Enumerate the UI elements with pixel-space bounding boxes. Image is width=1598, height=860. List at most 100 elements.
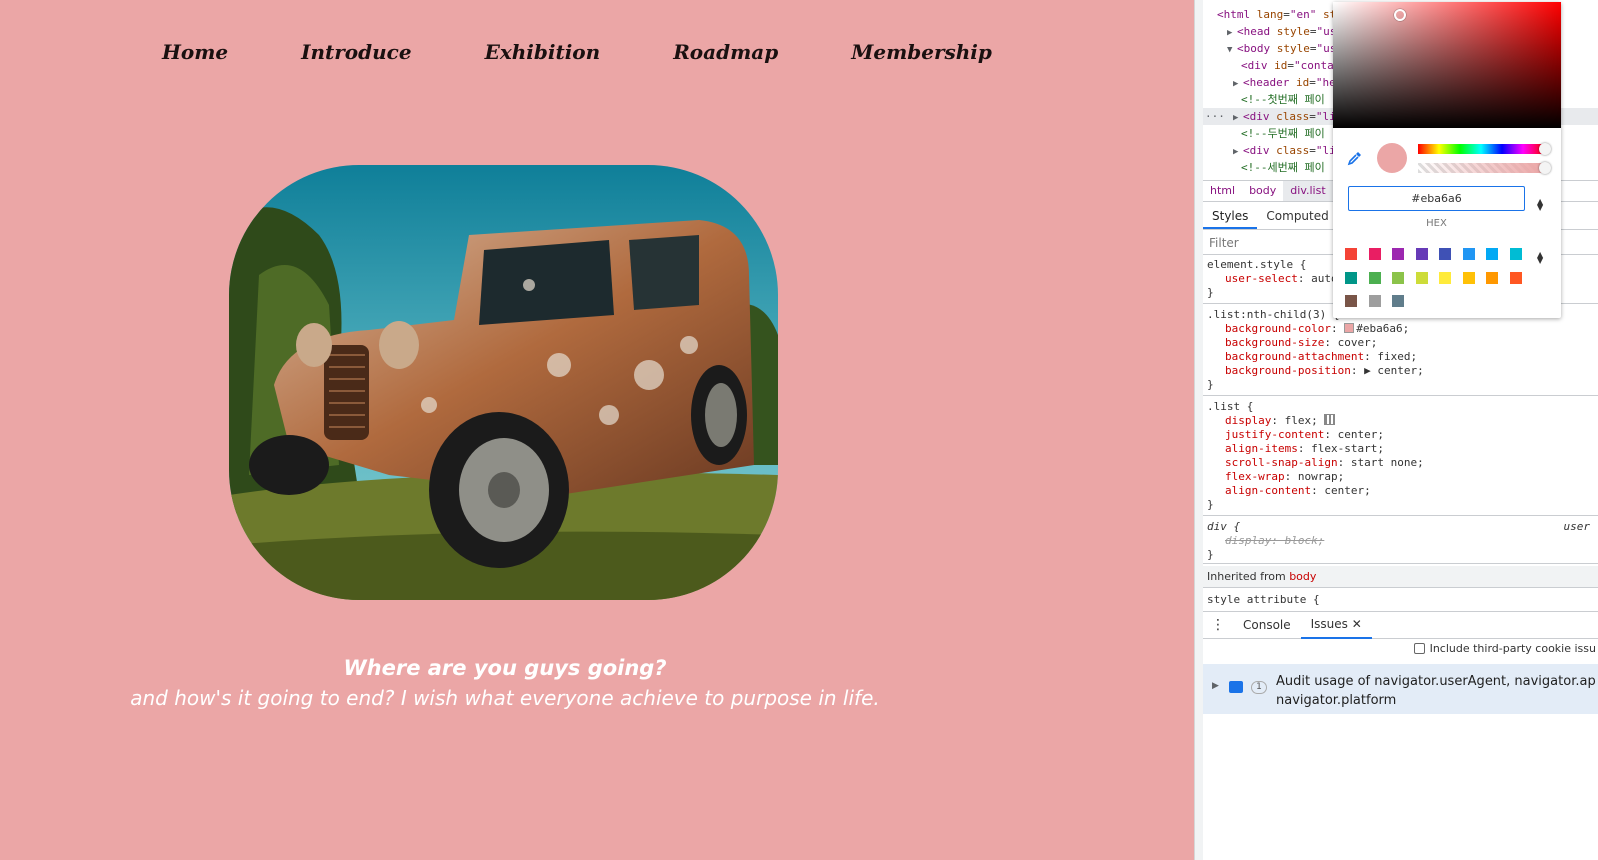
palette-swatch[interactable] [1462,248,1475,260]
property-value[interactable]: center; [1324,484,1370,497]
property-name[interactable]: align-content [1225,484,1311,497]
flexbox-editor-icon[interactable] [1324,414,1336,425]
screen: Home Introduce Exhibition Roadmap Member… [0,0,1598,860]
tab-issues-label: Issues [1310,617,1348,631]
palette-switch-icon[interactable]: ▲ ▼ [1537,251,1543,265]
rule-source: user [1563,520,1591,533]
inherited-header: Inherited from body [1203,566,1598,588]
palette-swatch[interactable] [1392,295,1404,307]
property-value[interactable]: #eba6a6; [1356,322,1409,335]
hero-caption: Where are you guys going? and how's it g… [0,652,1010,712]
issue-row[interactable]: ▶ 1 Audit usage of navigator.userAgent, … [1203,664,1598,714]
property-name[interactable]: background-size [1225,336,1324,349]
caption-subtitle: and how's it going to end? I wish what e… [130,686,880,710]
palette-swatch[interactable] [1486,271,1498,284]
property-value[interactable]: nowrap; [1298,470,1344,483]
devtools-resize-handle[interactable] [1194,0,1203,860]
palette-swatch[interactable] [1345,295,1357,307]
overridden-declaration: display: block; [1225,534,1325,547]
checkbox-label: Include third-party cookie issu [1429,642,1596,655]
property-value[interactable]: fixed; [1377,350,1417,363]
style-attribute-rule: style attribute { [1207,593,1320,606]
tab-styles[interactable]: Styles [1203,203,1258,229]
property-name[interactable]: flex-wrap [1225,470,1285,483]
palette-swatch[interactable] [1415,248,1428,260]
property-name[interactable]: background-color [1225,322,1331,335]
property-value[interactable]: cover; [1338,336,1378,349]
nav-exhibition[interactable]: Exhibition [485,40,601,64]
crumb-div-list[interactable]: div.list [1283,181,1333,201]
issue-title-cont: navigator.platform [1276,693,1397,708]
palette-swatch[interactable] [1345,248,1357,260]
palette-swatch[interactable] [1368,248,1381,260]
palette-swatch[interactable] [1486,248,1498,260]
saturation-value-area[interactable] [1333,2,1561,128]
palette-swatch[interactable] [1368,271,1381,284]
color-picker-popup: ▲▼ HEX ▲▼ [1333,2,1561,318]
tab-console[interactable]: Console [1233,612,1301,638]
tab-issues[interactable]: Issues ✕ [1300,611,1372,639]
nav-home[interactable]: Home [162,40,228,64]
rule-div-user-agent: div { user display: block; } [1203,518,1598,564]
close-icon[interactable]: ✕ [1352,617,1362,631]
palette-swatch[interactable] [1509,271,1522,284]
drawer-tabbar: ⋮ Console Issues ✕ [1203,611,1598,639]
rule-list: .list { display: flex; justify-content: … [1203,398,1598,516]
palette-swatch[interactable] [1345,271,1357,284]
hero-image-rusty-truck [229,165,778,600]
property-value[interactable]: flex-start; [1311,442,1384,455]
main-nav: Home Introduce Exhibition Roadmap Member… [162,40,992,64]
property-name[interactable]: justify-content [1225,428,1324,441]
palette-swatch[interactable] [1462,271,1475,284]
property-name[interactable]: display [1225,414,1271,427]
rule-selector: div { [1207,520,1241,533]
palette-swatch[interactable] [1392,271,1404,284]
color-swatch[interactable] [1344,323,1355,333]
checkbox[interactable] [1413,643,1425,654]
format-toggle-icon[interactable]: ▲ ▼ [1537,198,1543,212]
property-value[interactable]: center; [1338,428,1384,441]
palette-swatch[interactable] [1415,271,1428,284]
property-name[interactable]: background-position [1225,364,1351,377]
crumb-body[interactable]: body [1242,181,1283,201]
rule-list-nth-child: .list:nth-child(3) { background-color: #… [1203,306,1598,396]
color-palette [1345,248,1535,307]
caption-title: Where are you guys going? [343,656,667,680]
property-value[interactable]: ▶ center; [1364,364,1424,377]
alpha-slider[interactable] [1418,163,1544,173]
nav-introduce[interactable]: Introduce [301,40,411,64]
color-handle[interactable] [1394,9,1406,21]
property-value[interactable]: flex; [1285,414,1318,427]
inherited-from-link[interactable]: body [1289,570,1316,583]
third-party-cookie-toggle[interactable]: Include third-party cookie issu [1413,642,1598,655]
expand-arrow-icon[interactable]: ▶ [1212,681,1219,691]
nav-membership[interactable]: Membership [851,40,992,64]
palette-swatch[interactable] [1368,295,1381,307]
rule-close-brace: } [1207,378,1214,391]
issue-title: Audit usage of navigator.userAgent, navi… [1276,674,1596,689]
alpha-slider-handle[interactable] [1539,162,1551,174]
color-preview [1377,143,1407,173]
nav-roadmap[interactable]: Roadmap [673,40,778,64]
eyedropper-icon[interactable] [1347,150,1363,166]
property-name[interactable]: align-items [1225,442,1298,455]
hex-input[interactable] [1348,186,1525,211]
palette-swatch[interactable] [1509,248,1522,260]
property-name[interactable]: scroll-snap-align [1225,456,1338,469]
webpage-viewport: Home Introduce Exhibition Roadmap Member… [0,0,1194,860]
property-name[interactable]: background-attachment [1225,350,1364,363]
hue-slider[interactable] [1418,144,1544,154]
rule-close-brace: } [1207,548,1214,561]
hex-label: HEX [1426,218,1447,229]
property-name[interactable]: user-select [1225,272,1298,285]
more-actions-icon[interactable]: ··· [1205,108,1225,125]
hue-slider-handle[interactable] [1539,143,1551,155]
property-value[interactable]: start none; [1351,456,1424,469]
palette-swatch[interactable] [1439,248,1451,260]
drawer-menu-icon[interactable]: ⋮ [1203,612,1233,638]
crumb-html[interactable]: html [1203,181,1242,201]
palette-swatch[interactable] [1392,248,1404,260]
palette-swatch[interactable] [1439,271,1451,284]
tab-computed[interactable]: Computed [1257,203,1337,229]
inherited-label: Inherited from [1207,570,1286,583]
